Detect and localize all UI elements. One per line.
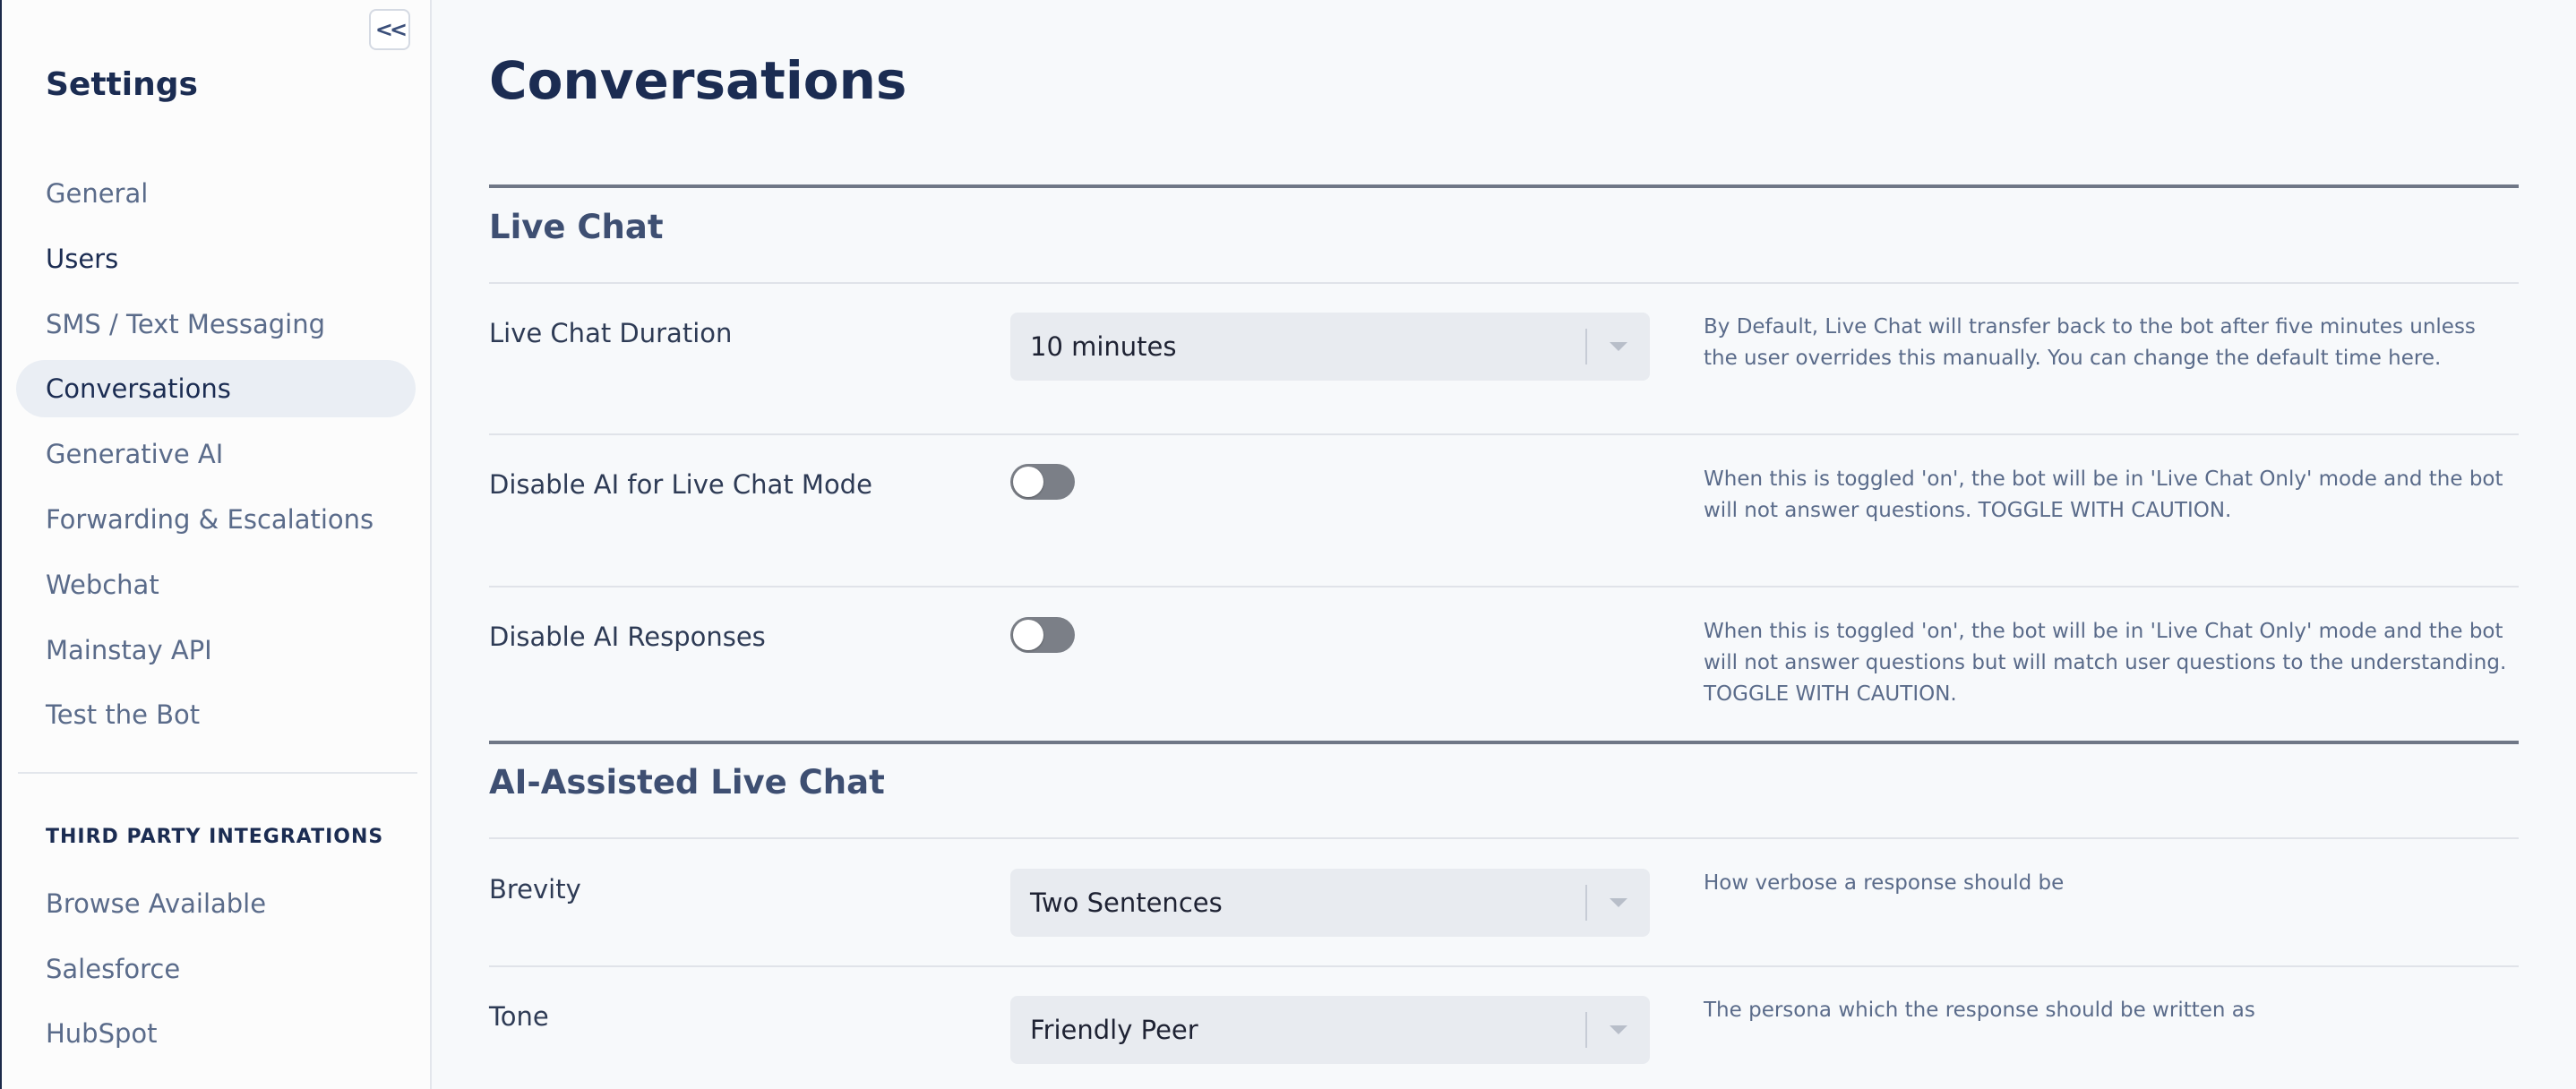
page-title: Conversations — [489, 50, 907, 111]
row-divider — [489, 837, 2519, 839]
section-divider — [489, 184, 2519, 188]
sidebar-item-hubspot[interactable]: HubSpot — [16, 1005, 416, 1062]
disable-ai-live-chat-help: When this is toggled 'on', the bot will … — [1704, 467, 2503, 522]
disable-ai-responses-help: When this is toggled 'on', the bot will … — [1704, 620, 2507, 706]
select-value: Two Sentences — [1030, 887, 1223, 918]
select-value: 10 minutes — [1030, 331, 1177, 362]
live-chat-duration-select[interactable]: 10 minutes — [1010, 313, 1650, 381]
live-chat-duration-help: By Default, Live Chat will transfer back… — [1704, 315, 2476, 370]
sidebar-item-test-bot[interactable]: Test the Bot — [16, 686, 416, 743]
sidebar-item-generative-ai[interactable]: Generative AI — [16, 425, 416, 483]
sidebar-item-mainstay-api[interactable]: Mainstay API — [16, 622, 416, 679]
ai-assisted-heading: AI-Assisted Live Chat — [489, 763, 885, 802]
brevity-help: How verbose a response should be — [1704, 871, 2065, 895]
sidebar-title: Settings — [46, 66, 198, 103]
row-divider — [489, 433, 2519, 435]
row-divider — [489, 282, 2519, 284]
sidebar-item-forwarding[interactable]: Forwarding & Escalations — [16, 491, 416, 548]
disable-ai-responses-label: Disable AI Responses — [489, 622, 766, 652]
tone-label: Tone — [489, 1001, 549, 1032]
row-divider — [489, 965, 2519, 967]
tone-help: The persona which the response should be… — [1704, 999, 2255, 1022]
sidebar-item-salesforce[interactable]: Salesforce — [16, 940, 416, 998]
sidebar-item-browse-available[interactable]: Browse Available — [16, 875, 416, 932]
sidebar-divider — [18, 772, 417, 774]
brevity-select[interactable]: Two Sentences — [1010, 869, 1650, 937]
integrations-heading: THIRD PARTY INTEGRATIONS — [46, 826, 384, 848]
disable-ai-responses-toggle[interactable] — [1010, 617, 1075, 653]
sidebar-item-conversations[interactable]: Conversations — [16, 360, 416, 417]
toggle-knob — [1013, 620, 1043, 650]
sidebar-item-users[interactable]: Users — [16, 230, 416, 287]
live-chat-duration-label: Live Chat Duration — [489, 318, 733, 348]
row-divider — [489, 586, 2519, 587]
caret-down-icon[interactable] — [1587, 898, 1650, 907]
settings-sidebar: << Settings General Users SMS / Text Mes… — [2, 0, 432, 1089]
select-value: Friendly Peer — [1030, 1015, 1198, 1045]
caret-down-icon[interactable] — [1587, 1025, 1650, 1034]
disable-ai-live-chat-toggle[interactable] — [1010, 464, 1075, 500]
sidebar-item-general[interactable]: General — [16, 165, 416, 222]
live-chat-heading: Live Chat — [489, 208, 664, 246]
disable-ai-live-chat-label: Disable AI for Live Chat Mode — [489, 469, 872, 500]
double-chevron-left-icon: << — [374, 17, 408, 42]
collapse-sidebar-button[interactable]: << — [369, 9, 410, 50]
sidebar-item-sms[interactable]: SMS / Text Messaging — [16, 296, 416, 353]
toggle-knob — [1013, 467, 1043, 497]
brevity-label: Brevity — [489, 874, 581, 905]
caret-down-icon[interactable] — [1587, 342, 1650, 351]
sidebar-item-webchat[interactable]: Webchat — [16, 556, 416, 613]
section-divider — [489, 741, 2519, 744]
tone-select[interactable]: Friendly Peer — [1010, 996, 1650, 1064]
